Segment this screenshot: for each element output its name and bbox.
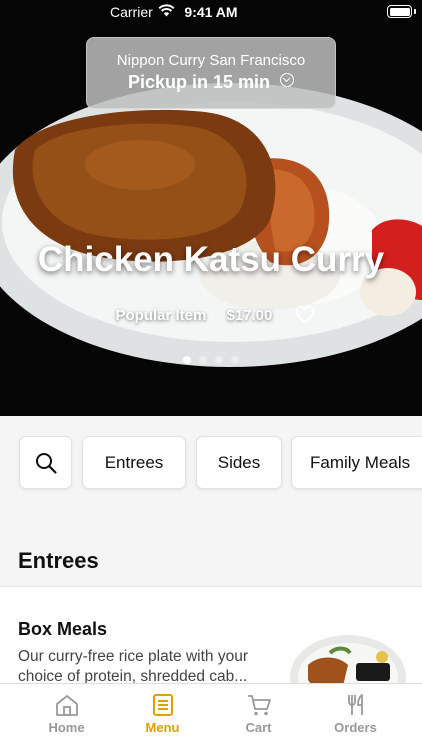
home-icon [55,695,78,716]
battery-icon [387,5,412,18]
heart-icon[interactable] [295,306,315,324]
menu-item-image [290,635,406,683]
chevron-down-circle-icon [280,73,295,87]
status-bar: Carrier 9:41 AM [0,0,422,24]
cart-icon [247,695,271,716]
menu-item[interactable]: Box Meals Our curry-free rice plate with… [0,587,422,683]
tab-cart-label: Cart [245,720,272,735]
pickup-time: Pickup in 15 min [87,72,335,93]
clock: 9:41 AM [184,4,238,20]
tab-menu[interactable]: Menu [110,684,215,750]
menu-book-icon [152,694,173,716]
tab-bar: Home Menu Cart Orders [0,683,422,750]
hero-banner[interactable]: Carrier 9:41 AM Nippon Curry San Francis… [0,0,422,416]
carousel-dot[interactable] [183,356,191,364]
tab-menu-label: Menu [145,720,180,735]
tab-orders[interactable]: Orders [303,684,408,750]
carousel-dot[interactable] [199,356,207,364]
carousel-dot[interactable] [215,356,223,364]
featured-item-tag: Popular Item [115,306,207,324]
tab-orders-label: Orders [334,720,377,735]
store-selector[interactable]: Nippon Curry San Francisco Pickup in 15 … [86,37,336,109]
section-title: Entrees [18,548,99,573]
category-sides[interactable]: Sides [196,436,282,489]
battery-tip [414,9,416,14]
pickup-label: Pickup in 15 min [127,72,271,92]
category-entrees[interactable]: Entrees [82,436,186,489]
category-family-meals[interactable]: Family Meals [291,436,422,489]
menu-item-name: Box Meals [18,619,108,639]
fork-knife-icon [347,694,363,715]
search-icon [35,452,57,474]
featured-item-title: Chicken Katsu Curry [37,240,385,279]
featured-item-meta: Popular Item $17.00 [0,306,422,324]
featured-item-price: $17.00 [226,306,273,324]
search-button[interactable] [19,436,72,489]
category-bar: Entrees Sides Family Meals [0,416,422,512]
carousel-pagination[interactable] [0,351,422,369]
carousel-dot[interactable] [231,356,239,364]
tab-cart[interactable]: Cart [206,684,311,750]
tab-home[interactable]: Home [14,684,119,750]
menu-item-description: Our curry-free rice plate with your choi… [18,648,248,683]
tab-home-label: Home [48,720,85,735]
store-name: Nippon Curry San Francisco [116,52,306,69]
